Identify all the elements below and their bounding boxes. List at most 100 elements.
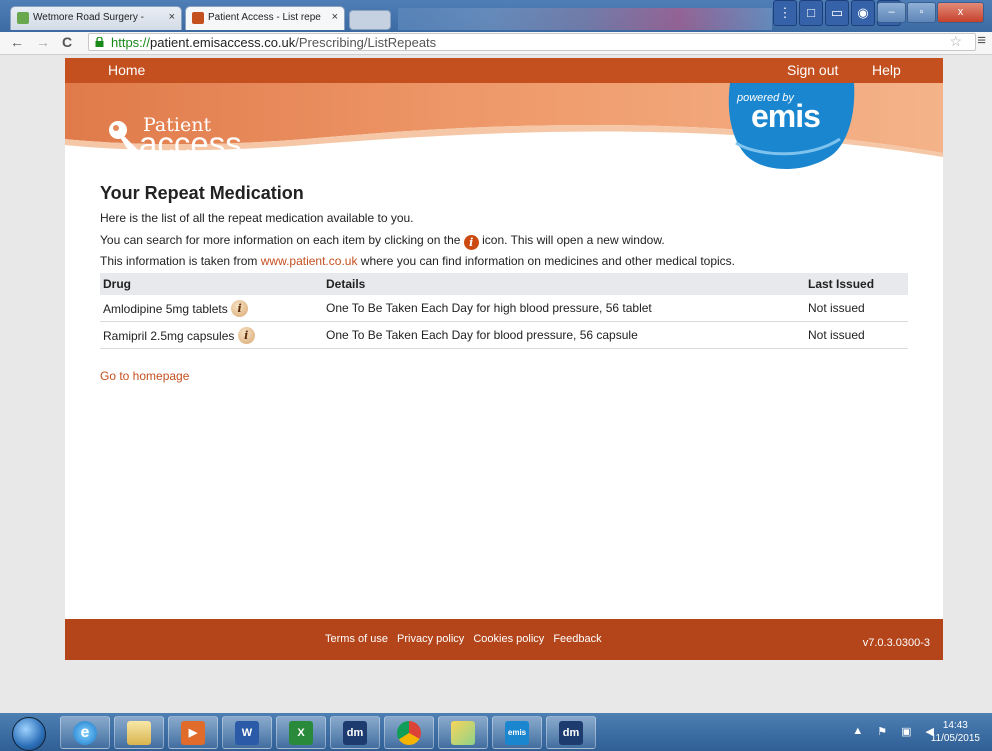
column-header-last-issued: Last Issued bbox=[805, 273, 908, 295]
terms-of-use-link[interactable]: Terms of use bbox=[325, 633, 388, 645]
header-banner: Patient access powered by emis bbox=[65, 83, 943, 178]
browser-tab-strip: Wetmore Road Surgery - × Patient Access … bbox=[0, 0, 992, 32]
url-host: patient.emisaccess.co.uk bbox=[150, 35, 296, 50]
intro-line-3: This information is taken from www.patie… bbox=[100, 254, 735, 268]
close-window-button[interactable]: x bbox=[937, 2, 984, 23]
taskbar-emis-web[interactable]: emis bbox=[492, 716, 542, 749]
start-button[interactable] bbox=[12, 717, 46, 751]
page-footer: Terms of use Privacy policy Cookies poli… bbox=[65, 619, 943, 660]
top-navigation: Home Sign out Help bbox=[65, 58, 943, 83]
record-icon[interactable]: ◉ bbox=[851, 0, 875, 26]
nav-home-link[interactable]: Home bbox=[108, 62, 145, 78]
drug-name: Ramipril 2.5mg capsules bbox=[103, 328, 235, 343]
tab-title: Patient Access - List repe bbox=[208, 12, 321, 23]
main-content: Your Repeat Medication Here is the list … bbox=[100, 183, 910, 383]
chrome-icon bbox=[397, 720, 421, 745]
emis-brand: emis bbox=[751, 98, 821, 134]
drug-name: Amlodipine 5mg tablets bbox=[103, 301, 228, 316]
go-to-homepage-link[interactable]: Go to homepage bbox=[100, 369, 189, 383]
windows-taskbar: e ▶ W X dm emis dm ▲ ⚑ ▣ ◀ 14:43 11/05/2… bbox=[0, 713, 992, 751]
intro-line-2: You can search for more information on e… bbox=[100, 233, 665, 250]
logo-word-access: access bbox=[139, 125, 242, 162]
system-tray: ▲ ⚑ ▣ ◀ bbox=[852, 725, 934, 738]
intro-line-3-after: where you can find information on medici… bbox=[360, 254, 735, 268]
taskbar-chrome[interactable] bbox=[384, 716, 434, 749]
clock-date: 11/05/2015 bbox=[930, 733, 980, 744]
leaf-favicon-icon bbox=[17, 12, 29, 24]
intro-line-2-before: You can search for more information on e… bbox=[100, 233, 461, 247]
menu-icon[interactable]: ≡ bbox=[977, 32, 986, 49]
word-icon: W bbox=[235, 720, 259, 745]
nav-sign-out-link[interactable]: Sign out bbox=[787, 62, 838, 78]
cookies-policy-link[interactable]: Cookies policy bbox=[473, 633, 544, 645]
maximize-button[interactable]: ▫ bbox=[907, 2, 936, 23]
media-player-icon: ▶ bbox=[181, 720, 205, 745]
kebab-icon[interactable]: ⋮ bbox=[773, 0, 797, 26]
intro-line-2-after: icon. This will open a new window. bbox=[482, 233, 665, 247]
excel-icon: X bbox=[289, 720, 313, 745]
url-path: /Prescribing/ListRepeats bbox=[295, 35, 437, 50]
tab-close-icon[interactable]: × bbox=[332, 11, 338, 23]
column-header-details: Details bbox=[323, 273, 805, 295]
emis-web-icon: emis bbox=[505, 720, 529, 745]
version-label: v7.0.3.0300-3 bbox=[862, 637, 930, 649]
forward-arrow-icon[interactable]: → bbox=[36, 34, 50, 50]
action-center-flag-icon[interactable]: ⚑ bbox=[877, 725, 887, 738]
column-header-drug: Drug bbox=[100, 273, 323, 295]
taskbar-word[interactable]: W bbox=[222, 716, 272, 749]
tab-close-icon[interactable]: × bbox=[169, 11, 175, 23]
drug-cell: Ramipril 2.5mg capsules i bbox=[100, 321, 323, 349]
network-icon[interactable]: ▣ bbox=[901, 725, 911, 738]
file-explorer-icon bbox=[127, 720, 151, 745]
star-icon[interactable]: ☆ bbox=[949, 33, 962, 50]
drug-info-icon[interactable]: i bbox=[237, 326, 255, 344]
repeat-medication-table: Drug Details Last Issued Amlodipine 5mg … bbox=[100, 273, 908, 349]
browser-toolbar: ← → C https://patient.emisaccess.co.uk/P… bbox=[0, 32, 992, 55]
minimize-button[interactable]: – bbox=[877, 2, 906, 23]
info-icon: i bbox=[463, 235, 479, 250]
feedback-link[interactable]: Feedback bbox=[553, 633, 601, 645]
table-row: Ramipril 2.5mg capsules i One To Be Take… bbox=[100, 321, 908, 349]
patient-access-page: Home Sign out Help Patient access powere… bbox=[65, 58, 943, 660]
show-hidden-icons-icon[interactable]: ▲ bbox=[852, 725, 863, 738]
url-scheme: https:// bbox=[111, 35, 151, 50]
table-header-row: Drug Details Last Issued bbox=[100, 273, 908, 295]
table-row: Amlodipine 5mg tablets i One To Be Taken… bbox=[100, 295, 908, 322]
drug-info-icon[interactable]: i bbox=[231, 299, 249, 317]
taskbar-media-player[interactable]: ▶ bbox=[168, 716, 218, 749]
taskbar-dm-2[interactable]: dm bbox=[546, 716, 596, 749]
window-controls: – ▫ x bbox=[877, 2, 984, 23]
details-cell: One To Be Taken Each Day for high blood … bbox=[323, 295, 805, 322]
page-title: Your Repeat Medication bbox=[100, 183, 304, 203]
taskbar-internet-explorer[interactable]: e bbox=[60, 716, 110, 749]
nav-help-link[interactable]: Help bbox=[872, 62, 901, 78]
open-folder-icon[interactable]: ▭ bbox=[825, 0, 849, 26]
intro-line-1: Here is the list of all the repeat medic… bbox=[100, 211, 414, 225]
taskbar-file-explorer[interactable] bbox=[114, 716, 164, 749]
tab-title: Wetmore Road Surgery - bbox=[33, 12, 144, 23]
address-bar[interactable]: https://patient.emisaccess.co.uk/Prescri… bbox=[88, 33, 976, 51]
internet-explorer-icon: e bbox=[73, 720, 97, 745]
blurred-taskbar-region bbox=[398, 8, 772, 30]
folder-icon bbox=[451, 720, 475, 745]
patient-co-uk-link[interactable]: www.patient.co.uk bbox=[261, 254, 358, 268]
reload-icon[interactable]: C bbox=[62, 34, 72, 50]
footer-links: Terms of use Privacy policy Cookies poli… bbox=[325, 633, 608, 645]
new-tab-button[interactable] bbox=[349, 10, 391, 30]
intro-line-3-before: This information is taken from bbox=[100, 254, 258, 268]
back-arrow-icon[interactable]: ← bbox=[10, 34, 24, 50]
system-clock[interactable]: 14:43 11/05/2015 bbox=[931, 719, 980, 745]
tab-wetmore-road-surgery[interactable]: Wetmore Road Surgery - × bbox=[10, 6, 182, 30]
dm-icon: dm bbox=[343, 720, 367, 745]
last-issued-cell: Not issued bbox=[805, 321, 908, 349]
clock-time: 14:43 bbox=[942, 720, 968, 731]
taskbar-excel[interactable]: X bbox=[276, 716, 326, 749]
last-issued-cell: Not issued bbox=[805, 295, 908, 322]
new-document-icon[interactable]: □ bbox=[799, 0, 823, 26]
tab-patient-access[interactable]: Patient Access - List repe × bbox=[185, 6, 345, 30]
lock-icon bbox=[95, 37, 104, 47]
privacy-policy-link[interactable]: Privacy policy bbox=[397, 633, 464, 645]
dm-icon: dm bbox=[559, 720, 583, 745]
taskbar-dm[interactable]: dm bbox=[330, 716, 380, 749]
taskbar-folder[interactable] bbox=[438, 716, 488, 749]
